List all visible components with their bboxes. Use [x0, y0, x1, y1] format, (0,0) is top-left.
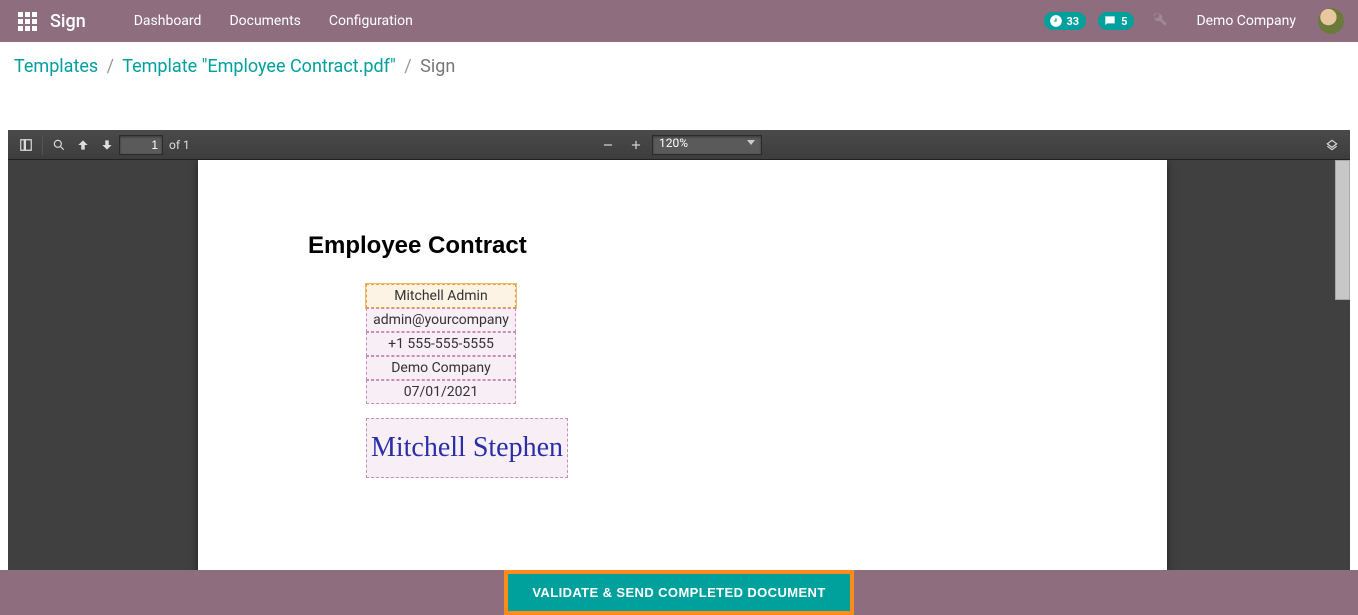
page-number-input[interactable] — [119, 135, 163, 155]
nav-configuration[interactable]: Configuration — [329, 13, 413, 29]
sidebar-toggle-icon[interactable] — [14, 133, 38, 157]
app-brand[interactable]: Sign — [50, 11, 86, 32]
search-icon[interactable] — [47, 133, 71, 157]
crumb-sep: / — [107, 56, 114, 77]
clock-icon — [1049, 14, 1063, 28]
bottom-bar: VALIDATE & SEND COMPLETED DOCUMENT — [0, 570, 1358, 615]
top-nav: Sign Dashboard Documents Configuration 3… — [0, 0, 1358, 42]
pdf-page: Employee Contract Mitchell Admin admin@y… — [198, 160, 1167, 570]
messages-count: 5 — [1121, 15, 1127, 28]
activity-count: 33 — [1067, 15, 1080, 28]
zoom-in-icon[interactable] — [624, 133, 648, 157]
zoom-value: 120% — [659, 136, 688, 150]
nav-dashboard[interactable]: Dashboard — [134, 13, 202, 29]
crumb-sep: / — [404, 56, 411, 77]
messages-badge[interactable]: 5 — [1098, 12, 1134, 30]
nav-right-group: 33 5 Demo Company — [1044, 8, 1349, 34]
avatar[interactable] — [1318, 8, 1344, 34]
zoom-select[interactable]: 120% — [652, 135, 762, 155]
chevron-down-icon — [747, 140, 755, 145]
validate-send-button[interactable]: VALIDATE & SEND COMPLETED DOCUMENT — [508, 574, 849, 611]
company-name[interactable]: Demo Company — [1196, 13, 1296, 29]
chat-icon — [1103, 14, 1117, 28]
zoom-out-icon[interactable] — [596, 133, 620, 157]
apps-icon[interactable] — [16, 10, 38, 32]
crumb-current: Sign — [420, 56, 455, 77]
field-company[interactable]: Demo Company — [366, 356, 516, 380]
field-name[interactable]: Mitchell Admin — [366, 284, 516, 308]
sign-fields: Mitchell Admin admin@yourcompany +1 555-… — [366, 284, 1057, 478]
pdf-toolbar: of 1 120% — [8, 130, 1350, 160]
field-signature[interactable]: Mitchell Stephen — [366, 418, 568, 478]
field-email[interactable]: admin@yourcompany — [366, 308, 516, 332]
field-date[interactable]: 07/01/2021 — [366, 380, 516, 404]
prev-page-icon[interactable] — [71, 133, 95, 157]
validate-highlight: VALIDATE & SEND COMPLETED DOCUMENT — [504, 570, 853, 615]
page-total: of 1 — [169, 138, 190, 152]
crumb-template[interactable]: Template "Employee Contract.pdf" — [122, 56, 396, 77]
wrench-icon[interactable] — [1152, 11, 1168, 31]
nav-documents[interactable]: Documents — [229, 13, 300, 29]
scrollbar-thumb[interactable] — [1335, 160, 1350, 300]
activity-badge[interactable]: 33 — [1044, 12, 1087, 30]
doc-title: Employee Contract — [308, 232, 1057, 260]
breadcrumb: Templates / Template "Employee Contract.… — [0, 42, 1358, 90]
next-page-icon[interactable] — [95, 133, 119, 157]
pdf-canvas-area[interactable]: Employee Contract Mitchell Admin admin@y… — [8, 160, 1350, 570]
field-phone[interactable]: +1 555-555-5555 — [366, 332, 516, 356]
crumb-templates[interactable]: Templates — [14, 56, 98, 77]
pdf-viewer: of 1 120% Employee Contract Mitchell Adm… — [8, 130, 1350, 570]
tools-icon[interactable] — [1320, 133, 1344, 157]
